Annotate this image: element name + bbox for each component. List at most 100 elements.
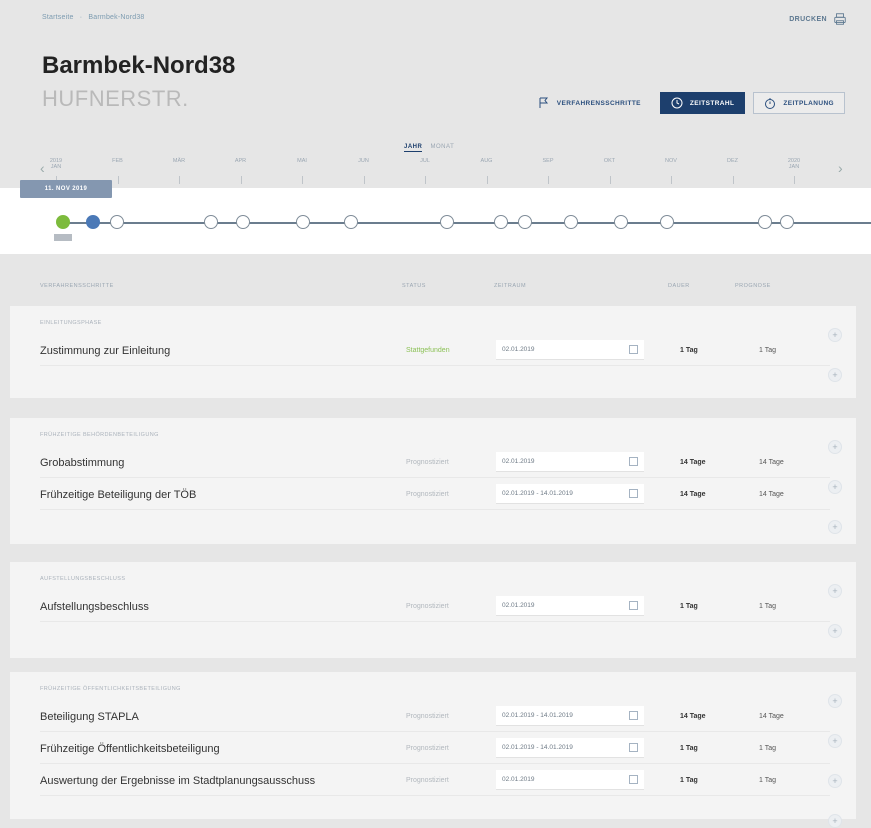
timeline-node[interactable]	[86, 215, 100, 229]
calendar-icon[interactable]	[629, 345, 638, 354]
timeline-node[interactable]	[564, 215, 578, 229]
add-step-button[interactable]: +	[828, 520, 842, 534]
col-step: VERFAHRENSSCHRITTE	[40, 283, 114, 289]
row-divider	[40, 621, 830, 622]
period-field[interactable]: 02.01.2019	[496, 452, 644, 472]
period-field[interactable]: 02.01.2019	[496, 596, 644, 616]
table-header: VERFAHRENSSCHRITTE STATUS ZEITRAUM DAUER…	[0, 277, 871, 299]
row-divider	[40, 731, 830, 732]
row-divider	[40, 509, 830, 510]
timeline-node[interactable]	[758, 215, 772, 229]
timeline-tick	[302, 176, 303, 184]
timeline-tick	[363, 176, 365, 184]
status-text: Stattgefunden	[406, 347, 450, 354]
timeline-line	[60, 222, 871, 224]
col-forecast: PROGNOSE	[735, 283, 771, 289]
timeline-tick-label: NOV	[665, 158, 677, 164]
timeline-tick-label: OKT	[603, 158, 616, 164]
period-field[interactable]: 02.01.2019 - 14.01.2019	[496, 484, 644, 504]
timeline-node[interactable]	[204, 215, 218, 229]
timeline-next-arrow[interactable]: ›	[838, 160, 843, 176]
add-step-button[interactable]: +	[828, 814, 842, 828]
breadcrumb-home[interactable]: Startseite	[42, 14, 74, 21]
timeline-node[interactable]	[296, 215, 310, 229]
planning-view-button[interactable]: ZEITPLANUNG	[753, 92, 845, 114]
timeline-node[interactable]	[236, 215, 250, 229]
calendar-icon[interactable]	[629, 601, 638, 610]
timeline-tick-label: JUL	[420, 158, 430, 164]
step-name: Auswertung der Ergebnisse im Stadtplanun…	[40, 775, 316, 787]
timeline-node[interactable]	[494, 215, 508, 229]
timeline-node[interactable]	[56, 215, 70, 229]
forecast-value: 14 Tage	[759, 491, 784, 498]
page-title: Barmbek-Nord38	[42, 52, 236, 79]
clock-icon	[671, 97, 683, 109]
step-name: Beteiligung STAPLA	[40, 711, 139, 723]
phase-label: EINLEITUNGSPHASE	[40, 320, 102, 326]
table-row[interactable]: Grobabstimmung Prognostiziert 02.01.2019 14…	[40, 448, 830, 478]
period-field[interactable]: 02.01.2019 - 14.01.2019	[496, 738, 644, 758]
phase-label: AUFSTELLUNGSBESCHLUSS	[40, 576, 126, 582]
add-step-button[interactable]: +	[828, 480, 842, 494]
calendar-icon[interactable]	[629, 743, 638, 752]
status-text: Prognostiziert	[406, 603, 449, 610]
forecast-value: 1 Tag	[759, 347, 776, 354]
current-date-chip: 11. NOV 2019	[20, 180, 112, 198]
table-row[interactable]: Beteiligung STAPLA Prognostiziert 02.01.20…	[40, 702, 830, 732]
toggle-month[interactable]: MONAT	[431, 144, 455, 150]
table-row[interactable]: Zustimmung zur Einleitung Stattgefunden 02…	[40, 336, 830, 366]
forecast-value: 1 Tag	[759, 777, 776, 784]
breadcrumb-current[interactable]: Barmbek-Nord38	[88, 14, 144, 21]
phase-section: FRÜHZEITIGE BEHÖRDENBETEILIGUNG Grobabsti…	[10, 418, 856, 544]
calendar-icon[interactable]	[629, 457, 638, 466]
toggle-year[interactable]: JAHR	[404, 144, 423, 152]
step-name: Zustimmung zur Einleitung	[40, 345, 171, 357]
timeline-node[interactable]	[780, 215, 794, 229]
timeline-node[interactable]	[344, 215, 358, 229]
timeline-tick	[794, 176, 795, 184]
duration-value: 14 Tage	[680, 459, 706, 466]
calendar-icon[interactable]	[629, 711, 638, 720]
add-step-button[interactable]: +	[828, 328, 842, 342]
period-field[interactable]: 02.01.2019	[496, 340, 644, 360]
add-step-button[interactable]: +	[828, 368, 842, 382]
col-period: ZEITRAUM	[494, 283, 527, 289]
row-divider	[40, 795, 830, 796]
timeline-node[interactable]	[440, 215, 454, 229]
duration-value: 1 Tag	[680, 603, 698, 610]
timeline-view-button[interactable]: ZEITSTRAHL	[659, 92, 746, 114]
print-button[interactable]: DRUCKEN	[789, 12, 847, 26]
table-row[interactable]: Aufstellungsbeschluss Prognostiziert 02.01…	[40, 592, 830, 622]
add-step-button[interactable]: +	[828, 774, 842, 788]
step-name: Frühzeitige Beteiligung der TÖB	[40, 489, 197, 501]
period-field[interactable]: 02.01.2019 - 14.01.2019	[496, 706, 644, 726]
timeline-tick-label: APR	[234, 158, 247, 164]
timeline-node[interactable]	[614, 215, 628, 229]
steps-view-button[interactable]: VERFAHRENSSCHRITTE	[527, 92, 652, 114]
add-step-button[interactable]: +	[828, 734, 842, 748]
timeline-tick	[486, 176, 488, 184]
table-row[interactable]: Auswertung der Ergebnisse im Stadtplanun…	[40, 766, 830, 796]
add-step-button[interactable]: +	[828, 584, 842, 598]
duration-value: 1 Tag	[680, 347, 698, 354]
add-step-button[interactable]: +	[828, 694, 842, 708]
timeline-node[interactable]	[110, 215, 124, 229]
calendar-icon[interactable]	[629, 489, 638, 498]
table-row[interactable]: Frühzeitige Öffentlichkeitsbeteiligung Pr…	[40, 734, 830, 764]
timeline-tick	[117, 176, 119, 184]
timeline-node[interactable]	[518, 215, 532, 229]
phase-section: EINLEITUNGSPHASE Zustimmung zur Einleitun…	[10, 306, 856, 398]
add-step-button[interactable]: +	[828, 624, 842, 638]
duration-value: 1 Tag	[680, 745, 698, 752]
period-field[interactable]: 02.01.2019	[496, 770, 644, 790]
node-marker	[54, 234, 72, 241]
calendar-icon[interactable]	[629, 775, 638, 784]
view-switcher: VERFAHRENSSCHRITTE ZEITSTRAHL ZEITPLANUN…	[527, 92, 845, 114]
timeline-tick-label: DEZ	[727, 158, 738, 164]
timeline-tick-label: MÄR	[172, 158, 186, 164]
timeline-track	[0, 188, 871, 254]
table-row[interactable]: Frühzeitige Beteiligung der TÖB Prognosti…	[40, 480, 830, 510]
add-step-button[interactable]: +	[828, 440, 842, 454]
timeline-node[interactable]	[660, 215, 674, 229]
timeline-tick	[671, 176, 672, 184]
